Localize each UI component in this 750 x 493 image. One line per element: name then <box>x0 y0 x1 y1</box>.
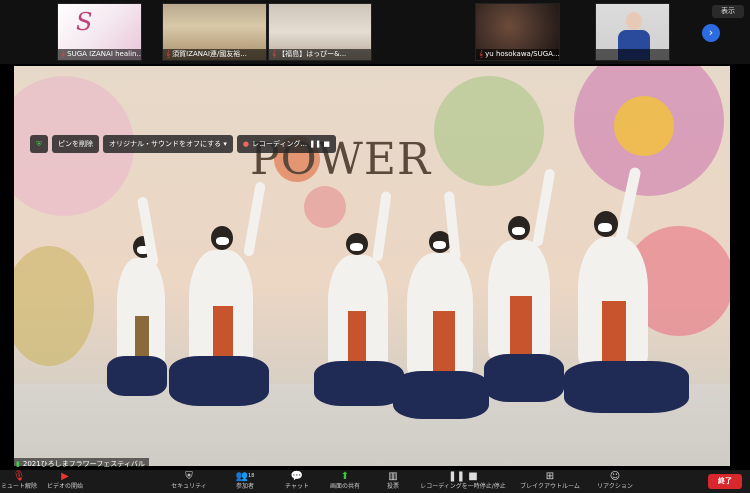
original-sound-label: オリジナル・サウンドをオフにする <box>109 140 222 148</box>
unmute-button[interactable]: 🎙 ミュート解除 <box>0 471 44 491</box>
share-screen-label: 画面の共有 <box>329 483 360 490</box>
record-pause-icon: ❚❚ ■ <box>448 471 478 482</box>
meeting-toolbar: 🎙 ミュート解除 ▶ ビデオの開始 ⛨ セキュリティ 👥18 参加者 💬 チャッ… <box>0 470 750 493</box>
recording-indicator[interactable]: ● レコーディング... ❚❚ ■ <box>236 135 336 153</box>
mic-muted-icon: 𝄞 <box>61 50 66 58</box>
participant-tile[interactable]: 𝄞 【福島】はっぴー&... <box>268 3 372 61</box>
shield-icon: ⛨ <box>185 471 193 482</box>
mic-muted-icon: 🎙 <box>12 471 26 482</box>
end-meeting-button[interactable]: 終了 <box>708 474 742 489</box>
shield-icon[interactable]: ⛨ <box>30 135 48 153</box>
unmute-label: ミュート解除 <box>0 483 37 490</box>
view-button[interactable]: 表示 <box>712 5 744 18</box>
shared-screen: POWER ⛨ ピンを削除 オリジナル・サウンドをオフにする ▾ ● レコーディ… <box>14 66 730 466</box>
participant-count: 18 <box>248 473 255 479</box>
original-sound-button[interactable]: オリジナル・サウンドをオフにする ▾ <box>103 135 233 153</box>
participant-logo: S <box>76 8 93 36</box>
stop-icon[interactable]: ■ <box>323 140 330 148</box>
dancer <box>564 166 694 426</box>
participant-tile[interactable] <box>595 3 670 61</box>
flower-decoration <box>304 186 346 228</box>
start-video-button[interactable]: ▶ ビデオの開始 <box>40 471 90 491</box>
participant-name: 𝄞 SUGA IZANAI healin... <box>58 49 141 60</box>
participant-name: 𝄞 須賀IZANAI連/國友裕... <box>163 49 266 60</box>
chevron-right-icon[interactable]: › <box>702 24 720 42</box>
chat-label: チャット <box>285 483 309 490</box>
participant-tile[interactable]: 𝄞 須賀IZANAI連/國友裕... <box>162 3 267 61</box>
dancer <box>169 181 269 426</box>
security-label: セキュリティ <box>171 483 207 490</box>
participant-name: 𝄞 yu hosokawa/SUGA... <box>476 49 559 60</box>
flower-decoration <box>434 76 544 186</box>
mic-muted-icon: 𝄞 <box>166 50 171 58</box>
dancer <box>474 168 564 416</box>
mic-muted-icon: 𝄞 <box>272 50 277 58</box>
recording-label: レコーディング... <box>251 140 308 148</box>
chevron-down-icon: ▾ <box>223 140 227 148</box>
signal-bars-icon: ▮ <box>16 460 20 468</box>
reaction-icon: ☺ <box>609 471 621 482</box>
record-dot-icon: ● <box>242 140 249 148</box>
mic-muted-icon: 𝄞 <box>479 50 484 58</box>
share-control-bar: ⛨ ピンを削除 オリジナル・サウンドをオフにする ▾ ● レコーディング... ❚… <box>30 134 336 154</box>
security-button[interactable]: ⛨ セキュリティ <box>164 471 214 491</box>
video-off-icon: ▶ <box>61 471 69 482</box>
chat-button[interactable]: 💬 チャット <box>272 471 322 491</box>
start-video-label: ビデオの開始 <box>46 483 83 490</box>
shared-screen-caption: ▮ 2021ひろしまフラワーフェスティバル <box>12 458 149 470</box>
poll-icon: ▥ <box>388 471 398 482</box>
poll-button[interactable]: ▥ 投票 <box>368 471 418 491</box>
breakout-rooms-button[interactable]: ⊞ ブレイクアウトルーム <box>515 471 585 491</box>
participant-name: 𝄞 【福島】はっぴー&... <box>269 49 371 60</box>
recording-label: レコーディングを一時停止/停止 <box>420 483 506 490</box>
share-screen-button[interactable]: ⬆ 画面の共有 <box>320 471 370 491</box>
participant-tile[interactable]: 𝄞 yu hosokawa/SUGA... <box>475 3 560 61</box>
dancer <box>99 196 179 426</box>
share-screen-icon: ⬆ <box>340 471 350 482</box>
flower-decoration <box>614 96 674 156</box>
participant-name <box>596 49 669 60</box>
pause-icon[interactable]: ❚❚ <box>309 140 321 148</box>
participant-strip: S 𝄞 SUGA IZANAI healin... 𝄞 須賀IZANAI連/國友裕.… <box>0 0 750 64</box>
recording-button[interactable]: ❚❚ ■ レコーディングを一時停止/停止 <box>418 471 508 491</box>
participants-button[interactable]: 👥18 参加者 <box>220 471 270 491</box>
participants-icon: 👥18 <box>235 471 255 482</box>
participant-face <box>626 12 642 30</box>
chat-icon: 💬 <box>290 471 304 482</box>
breakout-icon: ⊞ <box>545 471 555 482</box>
breakout-rooms-label: ブレイクアウトルーム <box>520 483 580 490</box>
participants-label: 参加者 <box>235 483 254 490</box>
participant-tile[interactable]: S 𝄞 SUGA IZANAI healin... <box>57 3 142 61</box>
poll-label: 投票 <box>386 483 399 490</box>
reactions-label: リアクション <box>597 483 633 490</box>
reactions-button[interactable]: ☺ リアクション <box>585 471 645 491</box>
unpin-button[interactable]: ピンを削除 <box>52 135 99 153</box>
